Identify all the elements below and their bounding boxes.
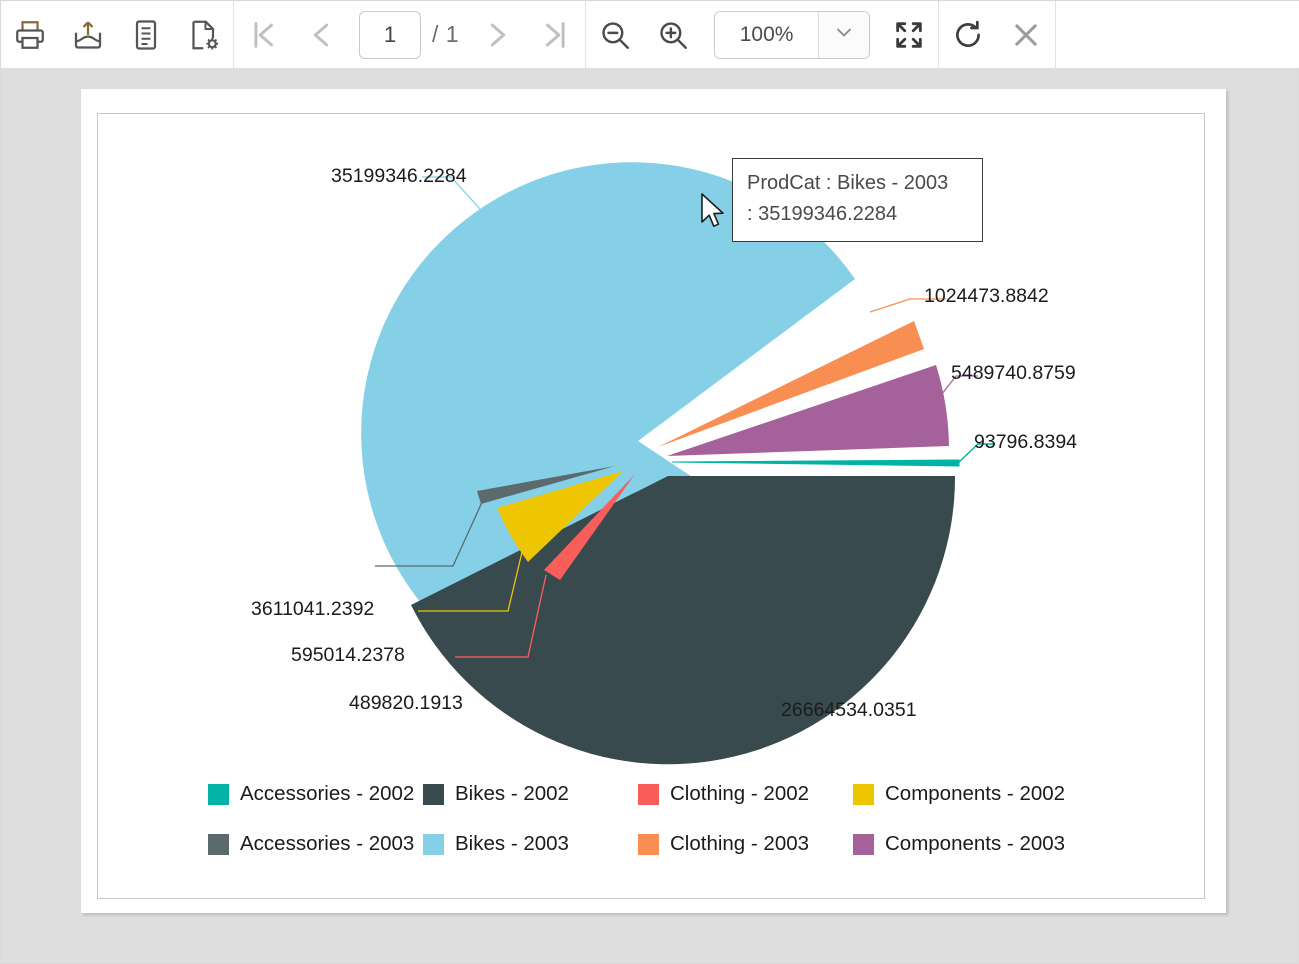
- tooltip-line-category: ProdCat : Bikes - 2003: [747, 168, 968, 199]
- legend-swatch-bikes-2002: [423, 784, 444, 805]
- legend-swatch-bikes-2003: [423, 834, 444, 855]
- page-setup-button[interactable]: [175, 1, 233, 69]
- page-number-input[interactable]: 1: [359, 11, 421, 59]
- page-number-value: 1: [384, 22, 396, 48]
- data-label-clothing-2002: 489820.1913: [349, 692, 463, 715]
- refresh-icon: [951, 18, 985, 52]
- previous-page-button[interactable]: [292, 1, 350, 69]
- print-button[interactable]: [1, 1, 59, 69]
- printer-icon: [12, 17, 48, 53]
- export-button[interactable]: [59, 1, 117, 69]
- zoom-out-icon: [598, 18, 632, 52]
- data-label-bikes-2002: 26664534.0351: [781, 699, 917, 722]
- pie-slice-accessories-2002[interactable]: [672, 460, 959, 466]
- data-label-bikes-2003: 35199346.2284: [331, 165, 467, 188]
- toolbar-group-zoom: 100%: [586, 1, 938, 69]
- export-icon: [70, 17, 106, 53]
- viewer-toolbar: 1 / 1: [1, 1, 1299, 69]
- page-settings-icon: [186, 17, 222, 53]
- zoom-level-dropdown-button[interactable]: [819, 12, 869, 58]
- zoom-in-button[interactable]: [644, 1, 702, 69]
- legend-item-bikes-2002[interactable]: Bikes - 2002: [423, 782, 638, 806]
- first-page-icon: [246, 18, 280, 52]
- legend-row-2003: Accessories - 2003 Bikes - 2003 Clothing…: [208, 819, 1098, 869]
- legend-swatch-components-2002: [853, 784, 874, 805]
- zoom-level-combobox[interactable]: 100%: [714, 11, 870, 59]
- last-page-icon: [539, 18, 573, 52]
- toolbar-group-actions: [939, 1, 1055, 69]
- legend-item-accessories-2002[interactable]: Accessories - 2002: [208, 782, 423, 806]
- pie-chart[interactable]: 35199346.2284 1024473.8842 5489740.8759 …: [98, 114, 1204, 898]
- legend-swatch-accessories-2003: [208, 834, 229, 855]
- legend-swatch-components-2003: [853, 834, 874, 855]
- legend-item-clothing-2003[interactable]: Clothing - 2003: [638, 832, 853, 856]
- zoom-level-value[interactable]: 100%: [715, 12, 819, 58]
- legend-label-clothing-2002: Clothing - 2002: [670, 782, 809, 806]
- legend-label-accessories-2002: Accessories - 2002: [240, 782, 414, 806]
- legend-label-components-2002: Components - 2002: [885, 782, 1065, 806]
- legend-label-bikes-2002: Bikes - 2002: [455, 782, 569, 806]
- chart-legend: Accessories - 2002 Bikes - 2002 Clothing…: [208, 769, 1098, 869]
- legend-item-accessories-2003[interactable]: Accessories - 2003: [208, 832, 423, 856]
- chevron-left-icon: [304, 18, 338, 52]
- data-label-components-2003: 5489740.8759: [951, 362, 1076, 385]
- tooltip-line-value: : 35199346.2284: [747, 199, 968, 230]
- page-total-label: / 1: [432, 21, 459, 48]
- legend-item-components-2003[interactable]: Components - 2003: [853, 832, 1078, 856]
- data-label-components-2002: 3611041.2392: [251, 598, 374, 621]
- legend-swatch-clothing-2003: [638, 834, 659, 855]
- legend-label-bikes-2003: Bikes - 2003: [455, 832, 569, 856]
- last-page-button[interactable]: [527, 1, 585, 69]
- data-label-clothing-2003: 1024473.8842: [924, 285, 1049, 308]
- legend-row-2002: Accessories - 2002 Bikes - 2002 Clothing…: [208, 769, 1098, 819]
- data-label-accessories-2002: 93796.8394: [974, 431, 1077, 454]
- first-page-button[interactable]: [234, 1, 292, 69]
- refresh-button[interactable]: [939, 1, 997, 69]
- fit-to-page-button[interactable]: [880, 1, 938, 69]
- legend-label-accessories-2003: Accessories - 2003: [240, 832, 414, 856]
- legend-swatch-clothing-2002: [638, 784, 659, 805]
- report-viewer-window: 1 / 1: [0, 0, 1299, 964]
- close-icon: [1009, 18, 1043, 52]
- legend-item-components-2002[interactable]: Components - 2002: [853, 782, 1078, 806]
- legend-swatch-accessories-2002: [208, 784, 229, 805]
- chevron-right-icon: [481, 18, 515, 52]
- legend-label-clothing-2003: Clothing - 2003: [670, 832, 809, 856]
- chevron-down-icon: [832, 20, 856, 49]
- zoom-out-button[interactable]: [586, 1, 644, 69]
- toolbar-group-navigation: 1 / 1: [234, 1, 585, 69]
- chart-tooltip: ProdCat : Bikes - 2003 : 35199346.2284: [732, 158, 983, 242]
- legend-item-clothing-2002[interactable]: Clothing - 2002: [638, 782, 853, 806]
- legend-item-bikes-2003[interactable]: Bikes - 2003: [423, 832, 638, 856]
- report-page: 35199346.2284 1024473.8842 5489740.8759 …: [81, 89, 1226, 913]
- report-content-frame: 35199346.2284 1024473.8842 5489740.8759 …: [97, 113, 1205, 899]
- data-label-accessories-2003: 595014.2378: [291, 644, 405, 667]
- expand-fullscreen-icon: [892, 18, 926, 52]
- close-button[interactable]: [997, 1, 1055, 69]
- next-page-button[interactable]: [469, 1, 527, 69]
- report-viewer-canvas[interactable]: 35199346.2284 1024473.8842 5489740.8759 …: [1, 69, 1298, 963]
- toolbar-separator-4: [1055, 1, 1056, 69]
- toolbar-group-file: [1, 1, 233, 69]
- document-lines-icon: [128, 17, 164, 53]
- legend-label-components-2003: Components - 2003: [885, 832, 1065, 856]
- zoom-in-icon: [656, 18, 690, 52]
- toggle-sidebar-button[interactable]: [117, 1, 175, 69]
